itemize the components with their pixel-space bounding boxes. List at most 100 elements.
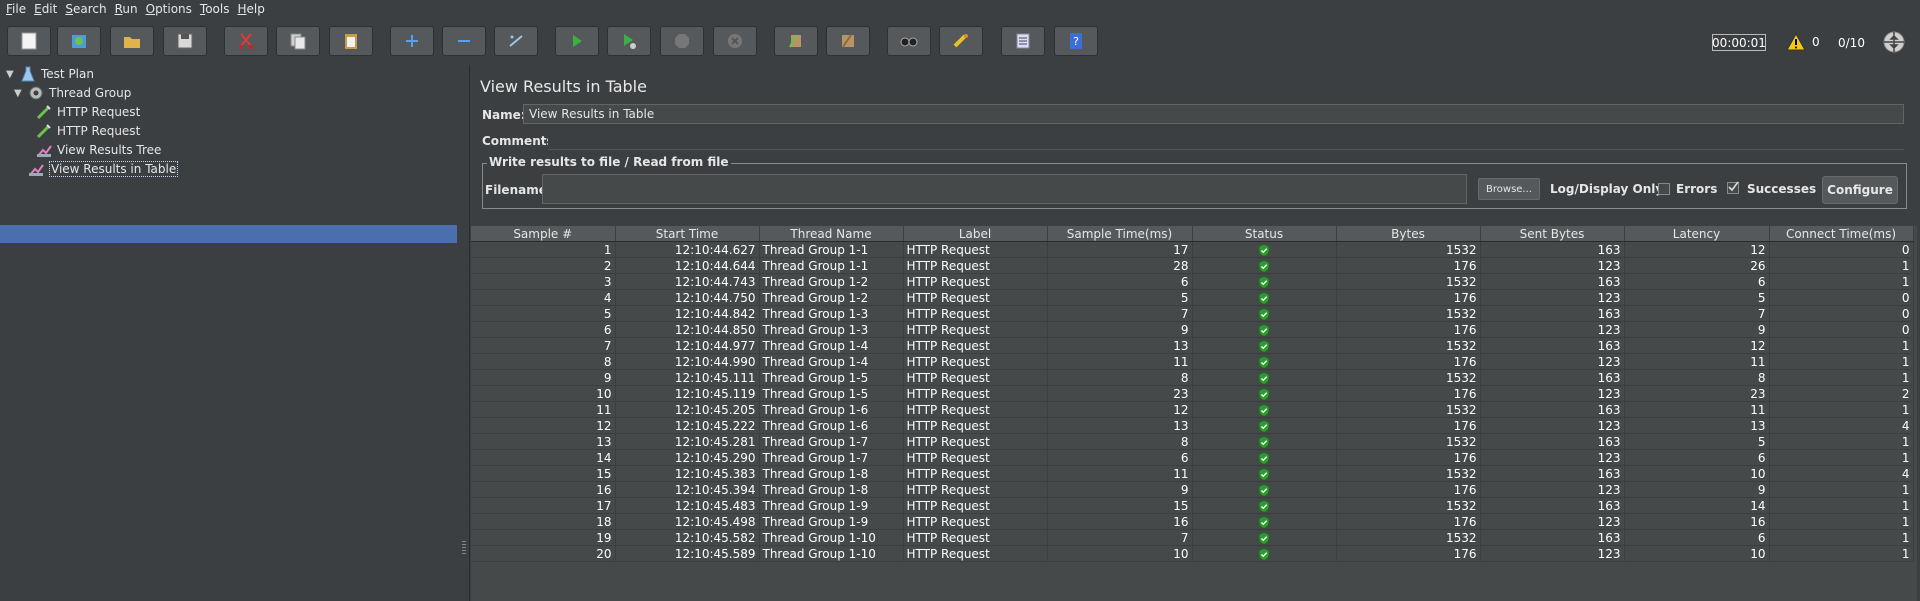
column-header[interactable]: Start Time bbox=[615, 226, 760, 242]
expand-button[interactable] bbox=[390, 26, 434, 56]
sent-bytes-cell: 123 bbox=[1480, 321, 1625, 338]
bytes-cell: 1532 bbox=[1336, 401, 1481, 418]
table-row[interactable]: 1 12:10:44.627 Thread Group 1-1 HTTP Reques… bbox=[471, 241, 1914, 258]
open-button[interactable] bbox=[110, 26, 154, 56]
errors-checkbox[interactable] bbox=[1658, 183, 1670, 195]
start-time-cell: 12:10:45.111 bbox=[615, 369, 760, 386]
table-row[interactable]: 5 12:10:44.842 Thread Group 1-3 HTTP Reques… bbox=[471, 305, 1914, 322]
table-row[interactable]: 12 12:10:45.222 Thread Group 1-6 HTTP Reque… bbox=[471, 417, 1914, 434]
table-row[interactable]: 10 12:10:45.119 Thread Group 1-5 HTTP Reque… bbox=[471, 385, 1914, 402]
column-header[interactable]: Latency bbox=[1624, 226, 1770, 242]
browse-button[interactable]: Browse... bbox=[1478, 178, 1540, 200]
column-header[interactable]: Connect Time(ms) bbox=[1769, 226, 1914, 242]
table-row[interactable]: 9 12:10:45.111 Thread Group 1-5 HTTP Reques… bbox=[471, 369, 1914, 386]
start-time-cell: 12:10:44.850 bbox=[615, 321, 760, 338]
clear-all-button[interactable] bbox=[826, 26, 870, 56]
column-header[interactable]: Sample Time(ms) bbox=[1047, 226, 1193, 242]
menu-run[interactable]: Run bbox=[115, 2, 138, 16]
column-header[interactable]: Sample # bbox=[471, 226, 616, 242]
tree-item-view-results-in-table[interactable]: View Results in Table bbox=[28, 160, 179, 178]
menu-edit[interactable]: Edit bbox=[34, 2, 57, 16]
table-row[interactable]: 14 12:10:45.290 Thread Group 1-7 HTTP Reque… bbox=[471, 449, 1914, 466]
reset-search-button[interactable] bbox=[939, 26, 983, 56]
table-row[interactable]: 3 12:10:44.743 Thread Group 1-2 HTTP Reques… bbox=[471, 273, 1914, 290]
start-time-cell: 12:10:44.627 bbox=[615, 241, 760, 258]
table-row[interactable]: 11 12:10:45.205 Thread Group 1-6 HTTP Reque… bbox=[471, 401, 1914, 418]
table-row[interactable]: 7 12:10:44.977 Thread Group 1-4 HTTP Reques… bbox=[471, 337, 1914, 354]
connect-time-cell: 1 bbox=[1769, 337, 1914, 354]
shutdown-button[interactable] bbox=[713, 26, 757, 56]
panel-splitter[interactable] bbox=[459, 65, 470, 601]
table-row[interactable]: 4 12:10:44.750 Thread Group 1-2 HTTP Reques… bbox=[471, 289, 1914, 306]
table-row[interactable]: 17 12:10:45.483 Thread Group 1-9 HTTP Reque… bbox=[471, 497, 1914, 514]
toggle-button[interactable] bbox=[494, 26, 538, 56]
menu-options[interactable]: Options bbox=[146, 2, 192, 16]
help-icon: ? bbox=[1070, 33, 1082, 49]
menu-tools[interactable]: Tools bbox=[200, 2, 230, 16]
table-row[interactable]: 6 12:10:44.850 Thread Group 1-3 HTTP Reques… bbox=[471, 321, 1914, 338]
table-row[interactable]: 18 12:10:45.498 Thread Group 1-9 HTTP Reque… bbox=[471, 513, 1914, 530]
table-row[interactable]: 15 12:10:45.383 Thread Group 1-8 HTTP Reque… bbox=[471, 465, 1914, 482]
comments-field[interactable] bbox=[548, 131, 1904, 150]
name-field[interactable]: View Results in Table bbox=[523, 104, 1904, 124]
tree-item-label: Thread Group bbox=[49, 86, 132, 100]
copy-button[interactable] bbox=[276, 26, 320, 56]
table-row[interactable]: 19 12:10:45.582 Thread Group 1-10 HTTP Requ… bbox=[471, 529, 1914, 546]
filename-field[interactable] bbox=[542, 174, 1467, 204]
column-header[interactable]: Status bbox=[1192, 226, 1337, 242]
tree-item-thread-group[interactable]: ▼ Thread Group bbox=[14, 84, 131, 102]
paste-icon bbox=[345, 34, 357, 49]
connect-time-cell: 1 bbox=[1769, 433, 1914, 450]
table-row[interactable]: 13 12:10:45.281 Thread Group 1-7 HTTP Reque… bbox=[471, 433, 1914, 450]
collapse-button[interactable] bbox=[442, 26, 486, 56]
search-button[interactable] bbox=[887, 26, 931, 56]
column-header[interactable]: Sent Bytes bbox=[1480, 226, 1625, 242]
expand-toggle-icon[interactable]: ▼ bbox=[6, 69, 16, 80]
column-header[interactable]: Thread Name bbox=[759, 226, 904, 242]
bytes-cell: 1532 bbox=[1336, 273, 1481, 290]
success-shield-icon bbox=[1258, 323, 1270, 337]
success-shield-icon bbox=[1258, 499, 1270, 513]
start-no-pauses-button[interactable] bbox=[607, 26, 651, 56]
menu-help[interactable]: Help bbox=[238, 2, 265, 16]
expand-toggle-icon[interactable]: ▼ bbox=[14, 88, 24, 99]
latency-cell: 14 bbox=[1624, 497, 1770, 514]
configure-button[interactable]: Configure bbox=[1822, 176, 1898, 204]
clear-button[interactable] bbox=[774, 26, 818, 56]
table-row[interactable]: 16 12:10:45.394 Thread Group 1-8 HTTP Reque… bbox=[471, 481, 1914, 498]
remote-status-icon[interactable] bbox=[1882, 30, 1906, 54]
start-button[interactable] bbox=[555, 26, 599, 56]
new-button[interactable] bbox=[7, 26, 51, 56]
cut-button[interactable] bbox=[224, 26, 268, 56]
sample-number-cell: 14 bbox=[471, 449, 616, 466]
table-row[interactable]: 2 12:10:44.644 Thread Group 1-1 HTTP Reques… bbox=[471, 257, 1914, 274]
thread-name-cell: Thread Group 1-8 bbox=[759, 481, 904, 498]
templates-button[interactable] bbox=[57, 26, 101, 56]
stop-button[interactable] bbox=[660, 26, 704, 56]
warning-indicator[interactable]: 0 bbox=[1786, 33, 1820, 51]
tree-item-view-results-tree[interactable]: View Results Tree bbox=[36, 141, 161, 159]
paste-button[interactable] bbox=[329, 26, 373, 56]
tree-item-test-plan[interactable]: ▼ Test Plan bbox=[6, 65, 94, 83]
expand-icon bbox=[406, 35, 418, 47]
shutdown-icon bbox=[728, 34, 742, 48]
save-button[interactable] bbox=[163, 26, 207, 56]
splitter-grip-icon[interactable] bbox=[462, 540, 466, 554]
column-header[interactable]: Label bbox=[903, 226, 1048, 242]
success-shield-icon bbox=[1258, 259, 1270, 273]
menu-search[interactable]: Search bbox=[65, 2, 106, 16]
tree-item-http-request-1[interactable]: HTTP Request bbox=[36, 103, 140, 121]
tree-item-http-request-2[interactable]: HTTP Request bbox=[36, 122, 140, 140]
successes-checkbox[interactable] bbox=[1727, 181, 1739, 194]
status-cell bbox=[1192, 257, 1337, 274]
menu-file[interactable]: File bbox=[6, 2, 26, 16]
function-helper-button[interactable] bbox=[1001, 26, 1045, 56]
label-cell: HTTP Request bbox=[903, 369, 1048, 386]
latency-cell: 7 bbox=[1624, 305, 1770, 322]
table-row[interactable]: 20 12:10:45.589 Thread Group 1-10 HTTP Requ… bbox=[471, 545, 1914, 562]
sample-time-cell: 9 bbox=[1047, 321, 1193, 338]
sent-bytes-cell: 163 bbox=[1480, 337, 1625, 354]
table-row[interactable]: 8 12:10:44.990 Thread Group 1-4 HTTP Reques… bbox=[471, 353, 1914, 370]
column-header[interactable]: Bytes bbox=[1336, 226, 1481, 242]
help-button[interactable]: ? bbox=[1054, 26, 1098, 56]
